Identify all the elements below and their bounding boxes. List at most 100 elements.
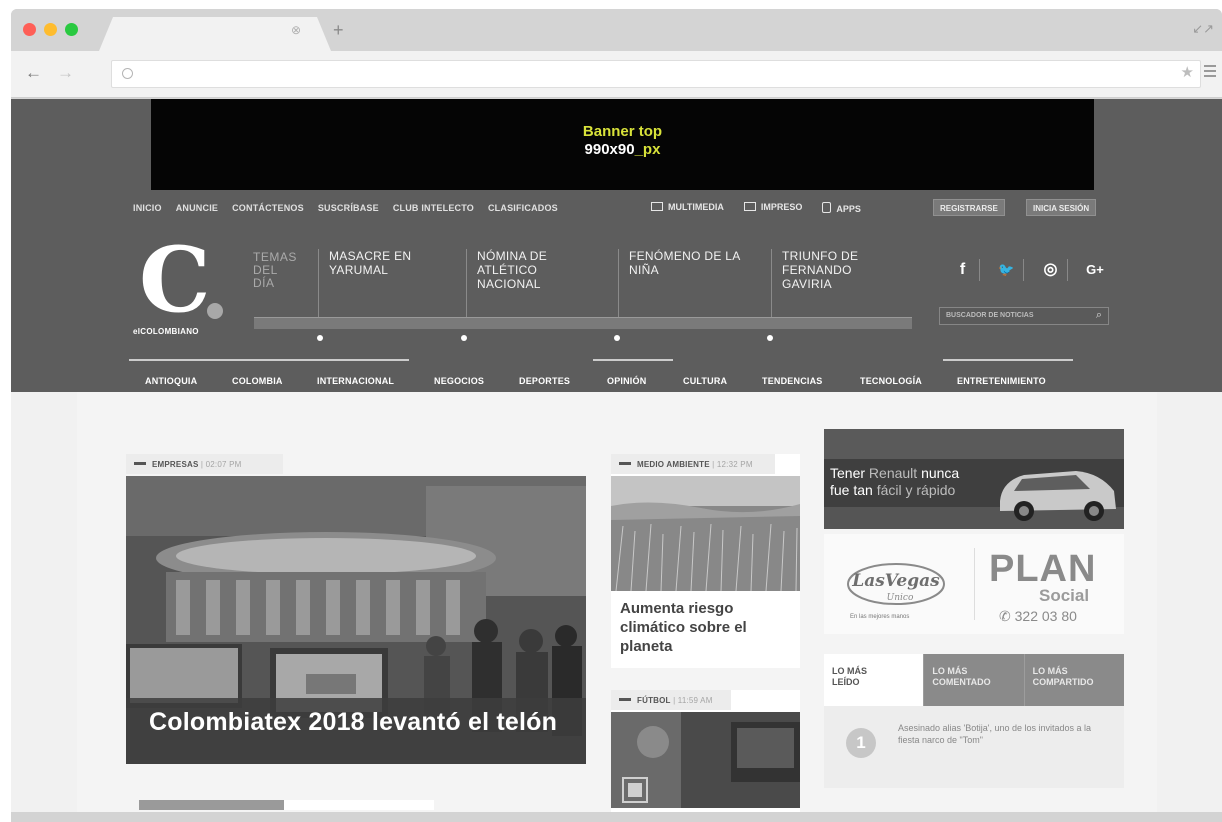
topic-nomina[interactable]: NÓMINA DE ATLÉTICO NACIONAL bbox=[466, 249, 547, 325]
nav-suscribase[interactable]: SUSCRÍBASE bbox=[318, 203, 379, 213]
page-viewport: Banner top 990x90_px INICIO ANUNCIE CONT… bbox=[11, 99, 1222, 822]
nav-divider bbox=[943, 359, 1073, 361]
page-content: EMPRESAS | 02:07 PM Colombiatex 2018 lev… bbox=[11, 392, 1222, 822]
nav-club-intelecto[interactable]: CLUB INTELECTO bbox=[393, 203, 474, 213]
topics-timeline bbox=[254, 317, 912, 329]
banner-ad[interactable]: Banner top 990x90_px bbox=[151, 99, 1094, 190]
media-links: MULTIMEDIA IMPRESO APPS bbox=[651, 202, 861, 214]
nav-cultura[interactable]: CULTURA bbox=[683, 376, 727, 386]
plan-social-ad[interactable]: LasVegas Unico En las mejores manos PLAN… bbox=[824, 534, 1124, 634]
nav-inicio[interactable]: INICIO bbox=[133, 203, 162, 213]
close-window-button[interactable] bbox=[23, 23, 36, 36]
tab-most-shared[interactable]: LO MÁS COMPARTIDO bbox=[1023, 654, 1124, 706]
twitter-icon[interactable]: 🐦 bbox=[990, 259, 1024, 281]
most-read-headline[interactable]: Asesinado alias 'Botija', uno de los inv… bbox=[898, 722, 1098, 746]
logo-dot bbox=[207, 303, 223, 319]
side-section-label[interactable]: FÚTBOL | 11:59 AM bbox=[611, 690, 731, 710]
banner-label: Banner top bbox=[582, 123, 663, 140]
logo-text[interactable]: elCOLOMBIANO bbox=[133, 327, 199, 336]
rank-number: 1 bbox=[846, 728, 876, 758]
renault-ad-text: Tener Renault nunca fue tan fácil y rápi… bbox=[830, 465, 960, 498]
las-vegas-logo: LasVegas Unico bbox=[847, 563, 945, 605]
topic-triunfo[interactable]: TRIUNFO DE FERNANDO GAVIRIA bbox=[771, 249, 858, 325]
timeline-marker[interactable] bbox=[317, 335, 323, 341]
timeline-marker[interactable] bbox=[461, 335, 467, 341]
newspaper-icon bbox=[743, 202, 756, 211]
social-links: f 🐦 ◎ G+ bbox=[946, 259, 1112, 281]
minimize-window-button[interactable] bbox=[44, 23, 57, 36]
nav-tecnologia[interactable]: TECNOLOGÍA bbox=[860, 376, 922, 386]
google-plus-icon[interactable]: G+ bbox=[1078, 259, 1112, 281]
register-button[interactable]: REGISTRARSE bbox=[933, 199, 1005, 216]
nav-opinion[interactable]: OPINIÓN bbox=[607, 376, 646, 386]
browser-menu-icon[interactable] bbox=[1204, 65, 1216, 80]
facebook-icon[interactable]: f bbox=[946, 259, 980, 281]
side-article-image bbox=[611, 476, 800, 591]
timeline-marker[interactable] bbox=[614, 335, 620, 341]
nav-divider bbox=[129, 359, 409, 361]
utility-nav: INICIO ANUNCIE CONTÁCTENOS SUSCRÍBASE CL… bbox=[133, 203, 558, 213]
plan-title: PLAN bbox=[989, 548, 1097, 590]
nav-entretenimiento[interactable]: ENTRETENIMIENTO bbox=[957, 376, 1046, 386]
nav-anuncie[interactable]: ANUNCIE bbox=[176, 203, 218, 213]
phone-icon bbox=[822, 202, 832, 213]
browser-window: ⊗ + ↙↗ ← → ★ Banner top 990x90_px INICIO… bbox=[11, 9, 1222, 822]
search-icon[interactable]: ⌕ bbox=[1096, 309, 1102, 322]
temas-del-dia-label: TEMAS DEL DÍA bbox=[253, 250, 297, 290]
address-toolbar: ← → ★ bbox=[11, 51, 1222, 98]
url-input[interactable] bbox=[111, 60, 1201, 88]
nav-deportes[interactable]: DEPORTES bbox=[519, 376, 570, 386]
apps-link[interactable]: APPS bbox=[822, 202, 861, 214]
hero-article[interactable]: Colombiatex 2018 levantó el telón bbox=[126, 476, 586, 764]
nav-negocios[interactable]: NEGOCIOS bbox=[434, 376, 484, 386]
back-arrow-icon[interactable]: ← bbox=[25, 63, 42, 83]
most-tabs: LO MÁS LEÍDO LO MÁS COMENTADO LO MÁS COMPAR… bbox=[824, 654, 1124, 706]
logo-letter[interactable]: C bbox=[139, 235, 211, 325]
timeline-marker[interactable] bbox=[767, 335, 773, 341]
page-info-icon bbox=[122, 68, 133, 79]
side-section-label[interactable]: MEDIO AMBIENTE | 12:32 PM bbox=[611, 454, 775, 474]
bookmark-star-icon[interactable]: ★ bbox=[1181, 63, 1194, 81]
multimedia-link[interactable]: MULTIMEDIA bbox=[651, 202, 724, 214]
maximize-window-button[interactable] bbox=[65, 23, 78, 36]
renault-ad[interactable]: Tener Renault nunca fue tan fácil y rápi… bbox=[824, 429, 1124, 529]
plan-subtitle: Social bbox=[1039, 586, 1090, 605]
svg-text:Unico: Unico bbox=[887, 593, 914, 603]
tab-most-commented[interactable]: LO MÁS COMENTADO bbox=[923, 654, 1024, 706]
las-vegas-tagline: En las mejores manos bbox=[850, 614, 910, 620]
nav-contactenos[interactable]: CONTÁCTENOS bbox=[232, 203, 304, 213]
most-read-item[interactable]: 1 Asesinado alias 'Botija', uno de los i… bbox=[824, 706, 1124, 788]
nav-antioquia[interactable]: ANTIOQUIA bbox=[145, 376, 197, 386]
horizontal-scrollbar[interactable] bbox=[11, 812, 1222, 822]
next-article-card[interactable] bbox=[284, 800, 434, 810]
tab-close-icon[interactable]: ⊗ bbox=[291, 23, 301, 37]
topic-fenomeno[interactable]: FENÓMENO DE LA NIÑA bbox=[618, 249, 741, 325]
multimedia-icon bbox=[651, 202, 663, 211]
nav-tendencias[interactable]: TENDENCIAS bbox=[762, 376, 823, 386]
next-article-thumbnail[interactable] bbox=[139, 800, 284, 810]
svg-text:LasVegas: LasVegas bbox=[851, 571, 940, 591]
nav-internacional[interactable]: INTERNACIONAL bbox=[317, 376, 394, 386]
forward-arrow-icon[interactable]: → bbox=[57, 63, 74, 83]
site-header: Banner top 990x90_px INICIO ANUNCIE CONT… bbox=[11, 99, 1222, 392]
hero-headline[interactable]: Colombiatex 2018 levantó el telón bbox=[149, 708, 557, 737]
banner-size: 990x90_px bbox=[584, 141, 661, 158]
nav-divider bbox=[593, 359, 673, 361]
news-search-input[interactable]: BUSCADOR DE NOTICIAS ⌕ bbox=[939, 307, 1109, 325]
fullscreen-icon[interactable]: ↙↗ bbox=[1192, 21, 1214, 37]
login-button[interactable]: INICIA SESIÓN bbox=[1026, 199, 1097, 216]
search-placeholder: BUSCADOR DE NOTICIAS bbox=[946, 312, 1034, 319]
side-article-image bbox=[611, 712, 800, 808]
topic-masacre[interactable]: MASACRE EN YARUMAL bbox=[318, 249, 411, 325]
plan-phone: ✆ 322 03 80 bbox=[999, 608, 1077, 624]
tab-bar: ⊗ + ↙↗ bbox=[11, 9, 1222, 51]
instagram-icon[interactable]: ◎ bbox=[1034, 259, 1068, 281]
window-controls bbox=[23, 23, 78, 36]
new-tab-button[interactable]: + bbox=[333, 21, 344, 39]
impreso-link[interactable]: IMPRESO bbox=[743, 202, 802, 214]
tab-most-read[interactable]: LO MÁS LEÍDO bbox=[824, 654, 924, 706]
nav-colombia[interactable]: COLOMBIA bbox=[232, 376, 283, 386]
side-article-headline[interactable]: Aumenta riesgo climático sobre el planet… bbox=[620, 599, 790, 656]
nav-clasificados[interactable]: CLASIFICADOS bbox=[488, 203, 558, 213]
hero-section-label[interactable]: EMPRESAS | 02:07 PM bbox=[126, 454, 283, 474]
